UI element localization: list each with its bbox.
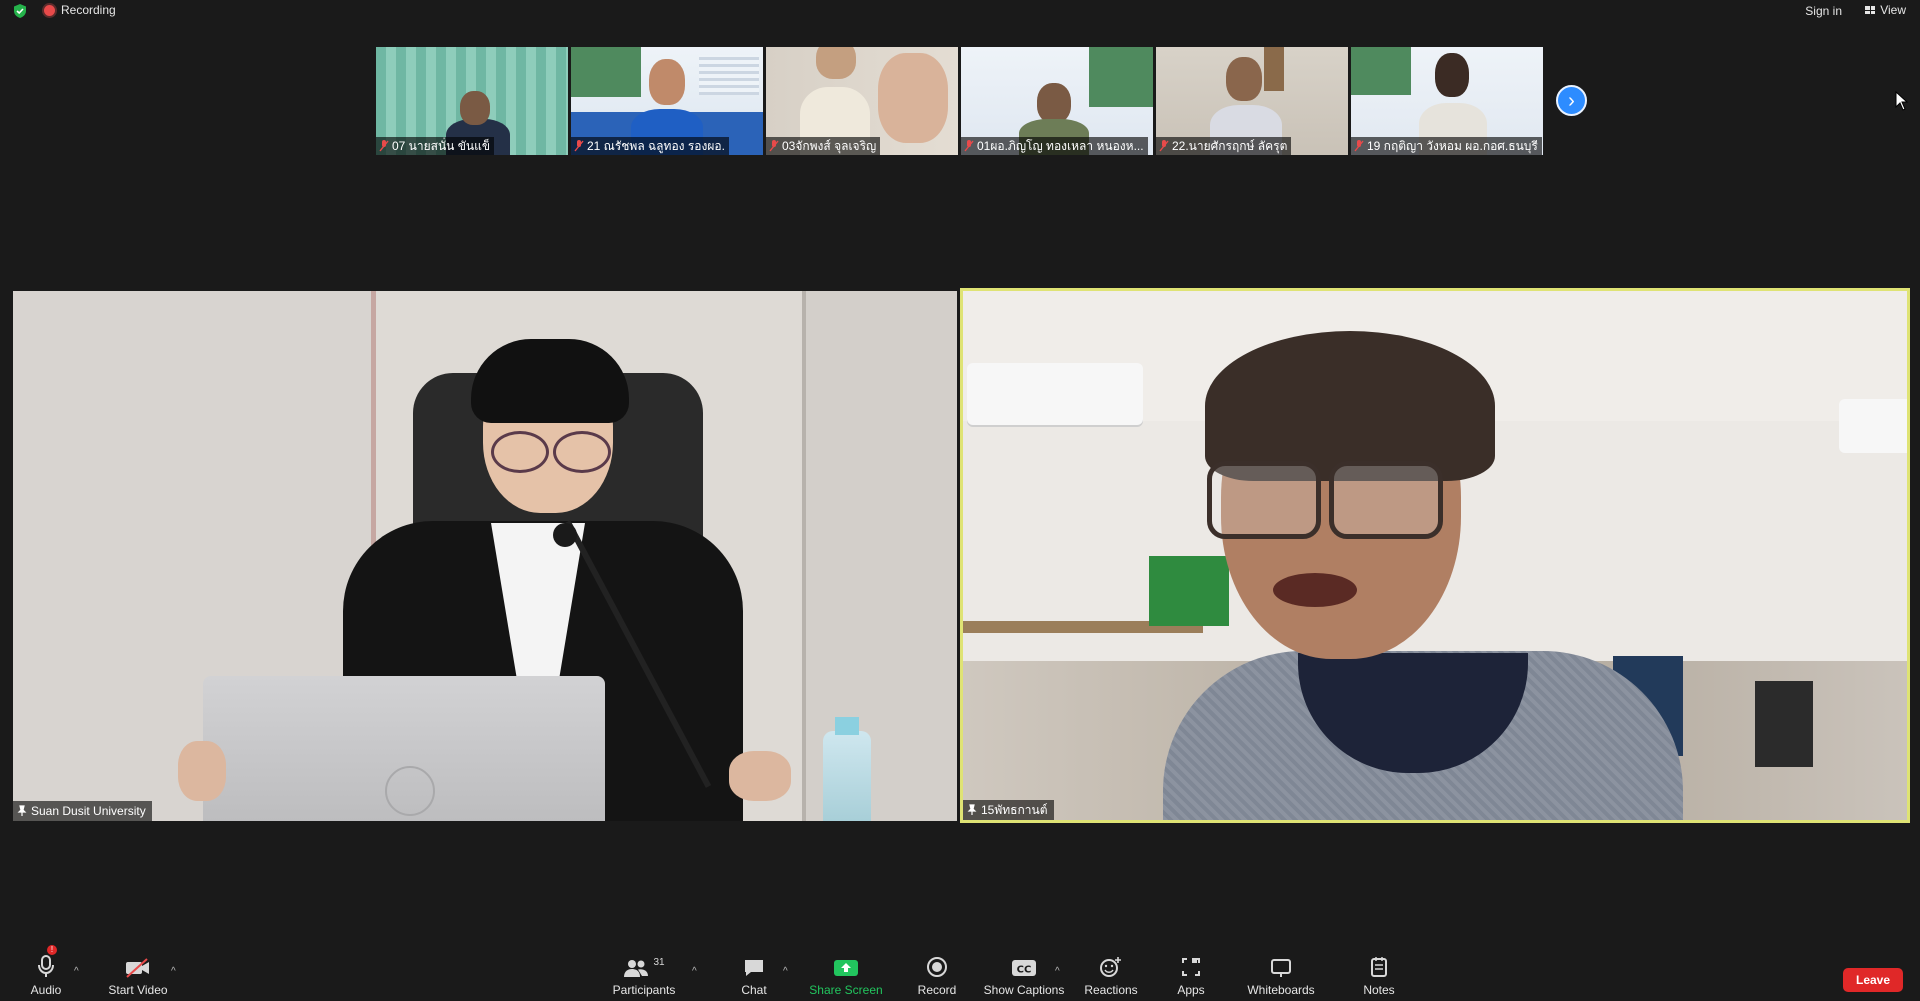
recording-indicator[interactable]: Recording [44,3,116,17]
share-screen-button[interactable]: Share Screen [801,948,891,1001]
whiteboards-label: Whiteboards [1247,983,1315,997]
participant-name: 19 กฤติญา วังหอม ผอ.กอศ.ธนบุรี [1367,139,1538,153]
participant-thumbnail[interactable]: 01ผอ.ภิญโญ ทองเหลา หนองห... [961,47,1153,155]
apps-label: Apps [1177,983,1205,997]
participant-thumbnail[interactable]: 22.นายศักรฤกษ์ ลัครุต [1156,47,1348,155]
audio-label: Audio [30,983,62,997]
record-icon [927,957,947,977]
svg-text:CC: CC [1017,965,1032,976]
participants-button[interactable]: 31 Participants [599,948,689,1001]
participant-thumbnail[interactable]: 07 นายสนั่น ขันแข็ [376,47,568,155]
sign-in-link[interactable]: Sign in [1805,4,1842,18]
captions-options-caret-icon[interactable]: ^ [1055,966,1065,977]
mic-muted-icon [379,140,389,152]
shield-icon[interactable] [12,3,28,19]
next-page-arrow-icon[interactable]: › [1556,85,1587,116]
whiteboard-icon [1271,959,1291,977]
participant-thumbnail[interactable]: 03จักพงส์ จุลเจริญ [766,47,958,155]
participants-label: Participants [612,983,676,997]
start-video-label: Start Video [108,983,168,997]
chat-label: Chat [741,983,767,997]
participant-name: 15พัทธกานต์ [981,803,1048,817]
notes-icon [1371,957,1387,977]
leave-button[interactable]: Leave [1843,968,1903,992]
participants-icon [624,960,649,977]
participant-thumbnail-strip: 07 นายสนั่น ขันแข็ 21 ณรัชพล ฉลูทอง รองผ… [376,47,1543,155]
notes-button[interactable]: Notes [1334,948,1424,1001]
participant-name: 03จักพงส์ จุลเจริญ [782,139,877,153]
mouse-cursor-icon [1895,91,1909,111]
participant-name: 01ผอ.ภิญโญ ทองเหลา หนองห... [977,139,1144,153]
pin-icon [17,805,27,816]
share-screen-icon [834,960,858,976]
audio-options-caret-icon[interactable]: ^ [74,966,84,977]
participant-name: 22.นายศักรฤกษ์ ลัครุต [1172,139,1288,153]
view-button[interactable]: View [1865,3,1906,17]
participant-name: 07 นายสนั่น ขันแข็ [392,139,491,153]
participant-count: 31 [653,957,665,968]
top-bar: Recording Sign in View [0,0,1920,22]
cc-icon: CC [1012,960,1036,976]
view-label: View [1880,3,1906,17]
pin-icon [967,804,977,815]
video-off-icon [126,958,149,978]
video-options-caret-icon[interactable]: ^ [171,966,181,977]
microphone-icon [38,955,54,977]
apps-button[interactable]: Apps [1146,948,1236,1001]
participant-name: 21 ณรัชพล ฉลูทอง รองผอ. [587,139,725,153]
record-button[interactable]: Record [892,948,982,1001]
share-screen-label: Share Screen [809,983,883,997]
mic-muted-icon [769,140,779,152]
record-label: Record [917,983,957,997]
mic-muted-icon [1159,140,1169,152]
mic-muted-icon [574,140,584,152]
apps-icon [1182,958,1200,976]
video-tile-left[interactable]: Suan Dusit University [13,291,957,821]
reactions-label: Reactions [1084,983,1138,997]
show-captions-label: Show Captions [983,983,1065,997]
participant-name: Suan Dusit University [31,804,146,818]
participant-thumbnail[interactable]: 19 กฤติญา วังหอม ผอ.กอศ.ธนบุรี [1351,47,1543,155]
participants-options-caret-icon[interactable]: ^ [692,966,702,977]
recording-dot-icon [44,4,55,16]
grid-view-icon [1865,6,1876,14]
start-video-button[interactable]: Start Video [93,948,183,1001]
tile-name-label: Suan Dusit University [13,801,152,821]
recording-label: Recording [61,3,116,17]
mic-muted-icon [964,140,974,152]
reaction-icon [1100,957,1121,977]
mic-muted-icon [1354,140,1364,152]
tile-name-label: 15พัทธกานต์ [963,800,1054,820]
chat-options-caret-icon[interactable]: ^ [783,966,793,977]
alert-badge-icon: ! [47,945,57,955]
meeting-toolbar: ! Audio ^ Start Video ^ 31 Participants … [0,945,1920,1001]
participant-thumbnail[interactable]: 21 ณรัชพล ฉลูทอง รองผอ. [571,47,763,155]
notes-label: Notes [1363,983,1395,997]
video-tile-right-active-speaker[interactable]: 15พัทธกานต์ [960,288,1910,823]
whiteboards-button[interactable]: Whiteboards [1236,948,1326,1001]
chat-icon [745,960,763,976]
reactions-button[interactable]: Reactions [1066,948,1156,1001]
